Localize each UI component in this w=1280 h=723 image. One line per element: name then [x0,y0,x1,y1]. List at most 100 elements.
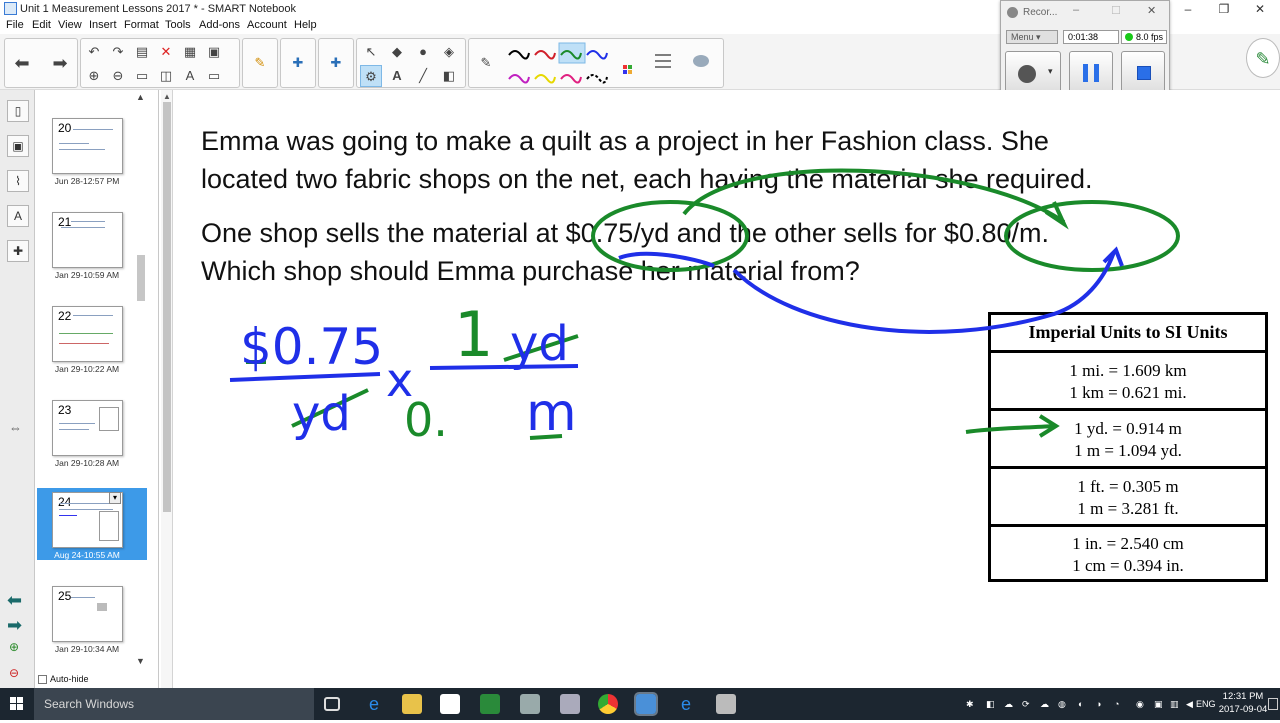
taskbar-search-input[interactable]: Search Windows [34,688,314,720]
page-thumb[interactable]: 25 Jan 29-10:34 AM [37,584,147,662]
internet-explorer-icon[interactable]: e [676,694,696,714]
recorder-menu-dropdown[interactable]: Menu ▾ [1006,30,1058,44]
windows-start-icon[interactable] [0,688,34,720]
properties-icon[interactable]: ⚙ [360,65,382,87]
undo-icon[interactable]: ↶ [83,41,105,63]
attachments-tab-icon[interactable]: ⌇ [7,170,29,192]
scroll-up-icon[interactable]: ▲ [163,92,171,101]
canvas-scrollbar[interactable]: ▲ [161,90,173,688]
chrome-icon[interactable] [598,694,618,714]
fill-icon[interactable]: ● [412,41,434,63]
paste-icon[interactable]: ▤ [131,41,153,63]
text-tool-icon[interactable]: A [386,65,408,87]
stop-button[interactable] [1121,51,1165,95]
addons-tab-icon[interactable]: ✚ [7,240,29,262]
tray-app-icon[interactable]: ▣ [1154,688,1163,720]
sorter-scroll-up-icon[interactable]: ▲ [136,92,145,102]
update-icon[interactable]: ◉ [1136,688,1144,720]
tray-app-icon[interactable]: ◧ [986,688,995,720]
minimize-button[interactable]: – [1170,0,1206,18]
page-thumb[interactable]: 22 Jan 29-10:22 AM [37,304,147,382]
menu-tools[interactable]: Tools [165,19,191,31]
taskbar-clock[interactable]: 12:31 PM 2017-09-04 [1218,690,1268,716]
pen-mode-icon[interactable]: ✎ [1246,38,1280,78]
paint-bucket-icon[interactable]: ◈ [438,41,460,63]
select-arrow-icon[interactable]: ↖ [360,41,382,63]
network-icon[interactable]: ▥ [1170,688,1179,720]
eraser-icon[interactable]: ◧ [438,65,460,87]
canvas-scrollbar-thumb[interactable] [163,102,171,512]
language-indicator[interactable]: ENG [1196,688,1216,720]
resize-handle-icon[interactable]: ⇔ [9,420,22,435]
sorter-scrollbar-thumb[interactable] [137,255,145,301]
gallery-tab-icon[interactable]: ▣ [7,135,29,157]
whiteboard-page[interactable]: Emma was going to make a quilt as a proj… [174,90,1280,688]
smart-ink-icon[interactable] [480,694,500,714]
next-page-icon[interactable]: ➡ [7,615,22,636]
screen-shade-icon[interactable]: ▣ [203,41,225,63]
delete-icon[interactable]: ✕ [155,41,177,63]
volume-icon[interactable]: ◀ [1186,688,1193,720]
record-icon[interactable]: ▭ [203,65,225,87]
maximize-button[interactable]: ❐ [1206,0,1242,18]
thumb-menu-dropdown-icon[interactable]: ▾ [109,492,121,504]
menu-edit[interactable]: Edit [32,19,51,31]
edge-browser-icon[interactable]: e [364,694,384,714]
lesson-activity-icon[interactable]: ✚ [325,52,347,74]
record-dropdown-icon[interactable]: ▾ [1048,66,1053,77]
document-camera-app-icon[interactable] [560,694,580,714]
line-tool-icon[interactable]: ╱ [412,65,434,87]
delete-page-side-icon[interactable]: ⊖ [9,666,19,680]
task-view-icon[interactable] [324,697,340,711]
document-camera-icon[interactable]: ◫ [155,65,177,87]
shape-icon[interactable]: ◆ [386,41,408,63]
tray-app-icon[interactable]: ◍ [1058,688,1066,720]
pen-color-swatches[interactable] [505,41,725,89]
page-sorter-tab-icon[interactable]: ▯ [7,100,29,122]
add-page-icon[interactable]: ⊕ [83,65,105,87]
pause-button[interactable] [1069,51,1113,95]
notifications-icon[interactable] [1268,698,1278,710]
menu-account[interactable]: Account [247,19,287,31]
recorder-close-button[interactable]: ✕ [1147,4,1156,17]
delete-page-icon[interactable]: ⊖ [107,65,129,87]
menu-file[interactable]: File [6,19,24,31]
page-thumb[interactable]: 21 Jan 29-10:59 AM [37,210,147,288]
table-icon[interactable]: ▦ [179,41,201,63]
autohide-checkbox[interactable]: Auto-hide [38,674,89,685]
menu-addons[interactable]: Add-ons [199,19,240,31]
onedrive-icon[interactable]: ☁ [1004,688,1013,720]
redo-icon[interactable]: ↷ [107,41,129,63]
recorder-maximize-button[interactable]: ☐ [1111,4,1121,17]
menu-format[interactable]: Format [124,19,159,31]
sorter-scroll-down-icon[interactable]: ▼ [136,656,145,666]
store-icon[interactable] [440,694,460,714]
tray-app-icon[interactable]: ◔ [1114,688,1119,720]
save-icon[interactable]: ▭ [131,65,153,87]
puzzle-icon[interactable]: ✚ [287,52,309,74]
back-arrow-icon[interactable]: ⬅ [11,52,33,74]
pen-icon[interactable]: ✎ [475,52,497,74]
building-app-icon[interactable] [520,694,540,714]
recorder-taskbar-icon[interactable] [716,694,736,714]
record-button[interactable]: ▾ [1005,51,1061,95]
tray-app-icon[interactable]: ◑ [1096,688,1101,720]
close-button[interactable]: ✕ [1242,0,1278,18]
page-thumb[interactable]: 20 Jun 28-12:57 PM [37,116,147,194]
sync-icon[interactable]: ⟳ [1022,688,1030,720]
properties-tab-icon[interactable]: A [7,205,29,227]
response-icon[interactable]: ✎ [249,52,271,74]
bluetooth-icon[interactable]: ✱ [966,688,974,720]
forward-arrow-icon[interactable]: ➡ [49,52,71,74]
page-thumb-selected[interactable]: 24 ▾ Aug 24-10:55 AM [37,488,147,560]
menu-view[interactable]: View [58,19,82,31]
menu-help[interactable]: Help [294,19,317,31]
text-format-icon[interactable]: A [179,65,201,87]
smart-notebook-taskbar-icon[interactable] [634,692,658,716]
tray-app-icon[interactable]: ◐ [1078,688,1083,720]
page-thumb[interactable]: 23 Jan 29-10:28 AM [37,398,147,476]
add-page-side-icon[interactable]: ⊕ [9,640,19,654]
cloud-icon[interactable]: ☁ [1040,688,1049,720]
recorder-minimize-button[interactable]: – [1073,4,1079,16]
file-explorer-icon[interactable] [402,694,422,714]
